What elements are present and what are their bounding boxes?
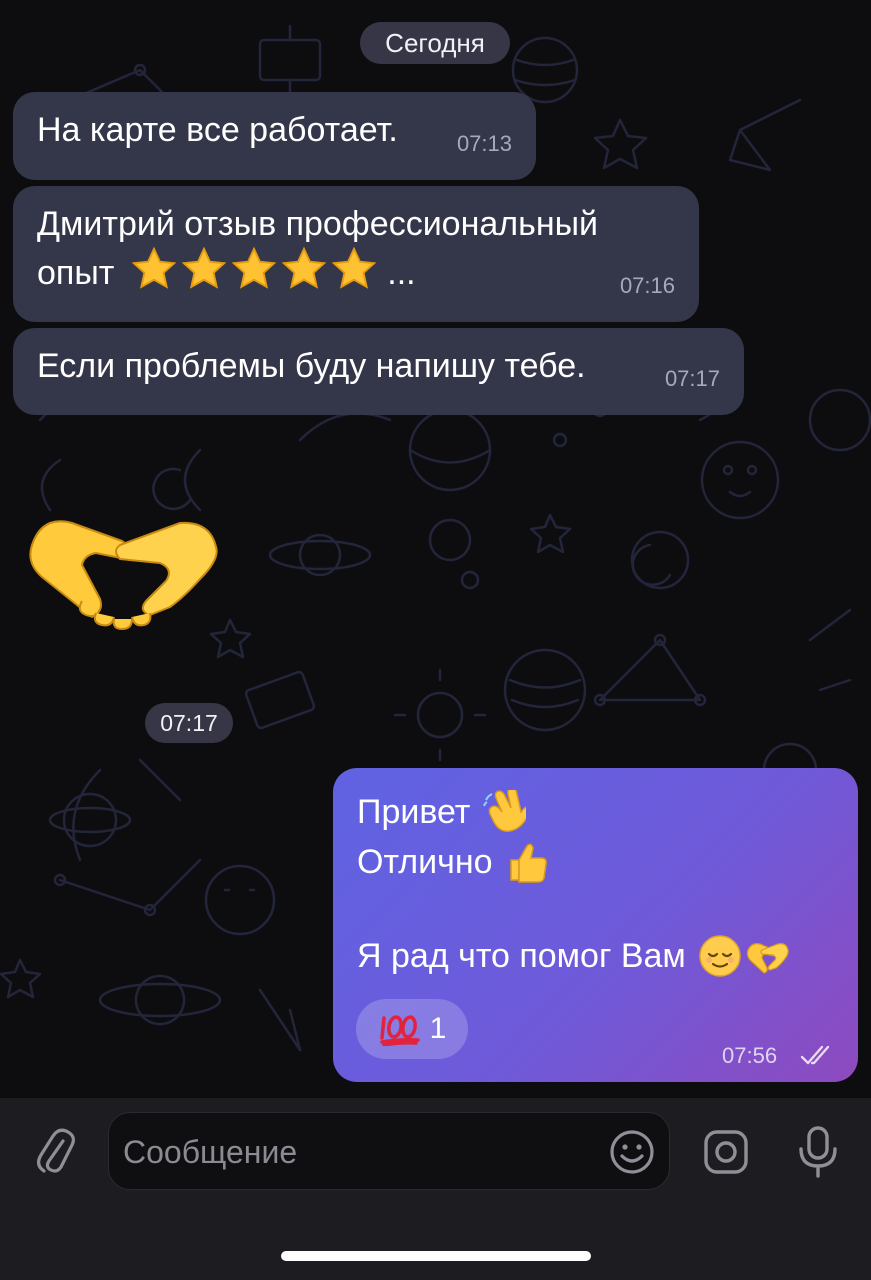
- message-time: 07:17: [664, 366, 720, 391]
- message-text-line2: опыт: [37, 254, 115, 292]
- camera-button[interactable]: [700, 1126, 752, 1178]
- message-text: На карте все работает.: [37, 111, 398, 149]
- message-line3: Я рад что помог Вам: [357, 937, 686, 975]
- star-rating: [130, 246, 378, 292]
- message-input[interactable]: [121, 1113, 595, 1191]
- double-check-icon: [800, 1045, 830, 1065]
- emoji-button[interactable]: [606, 1126, 658, 1178]
- message-field[interactable]: [108, 1112, 670, 1191]
- message-time: 07:16: [619, 273, 675, 298]
- sticker-time: 07:17: [145, 703, 233, 743]
- relieved-face-icon: [699, 935, 741, 977]
- hundred-points-icon: [379, 1015, 420, 1046]
- paperclip-icon: [37, 1128, 75, 1173]
- reaction-count: 1: [429, 1012, 447, 1045]
- emoji-icon: [610, 1130, 654, 1174]
- message-time: 07:56: [722, 1043, 778, 1068]
- star-icon: [331, 246, 377, 289]
- camera-icon: [704, 1130, 748, 1174]
- message-ellipsis: ...: [387, 254, 416, 292]
- microphone-icon: [799, 1126, 837, 1178]
- voice-button[interactable]: [792, 1124, 844, 1180]
- incoming-message-3[interactable]: Если проблемы буду напишу тебе. 07:17: [13, 328, 744, 415]
- attach-button[interactable]: [30, 1126, 80, 1176]
- star-icon: [181, 246, 227, 289]
- incoming-message-1[interactable]: На карте все работает. 07:13: [13, 92, 536, 180]
- handshake-icon: [746, 943, 789, 974]
- waving-hand-icon: [483, 790, 527, 832]
- star-icon: [231, 246, 277, 289]
- home-indicator[interactable]: [281, 1251, 591, 1261]
- handshake-icon[interactable]: [24, 505, 224, 645]
- star-icon: [281, 246, 327, 289]
- incoming-message-2[interactable]: Дмитрий отзыв профессиональный опыт ... …: [13, 186, 699, 322]
- message-text-line1: Дмитрий отзыв профессиональный: [37, 205, 599, 243]
- star-icon: [131, 246, 177, 289]
- message-time: 07:13: [456, 131, 512, 156]
- thumbs-up-icon: [509, 843, 547, 883]
- message-line1: Привет: [357, 793, 471, 831]
- message-text: Если проблемы буду напишу тебе.: [37, 347, 586, 385]
- reaction-chip[interactable]: 1: [356, 999, 468, 1059]
- message-line2: Отлично: [357, 843, 493, 881]
- date-separator: Сегодня: [360, 22, 510, 64]
